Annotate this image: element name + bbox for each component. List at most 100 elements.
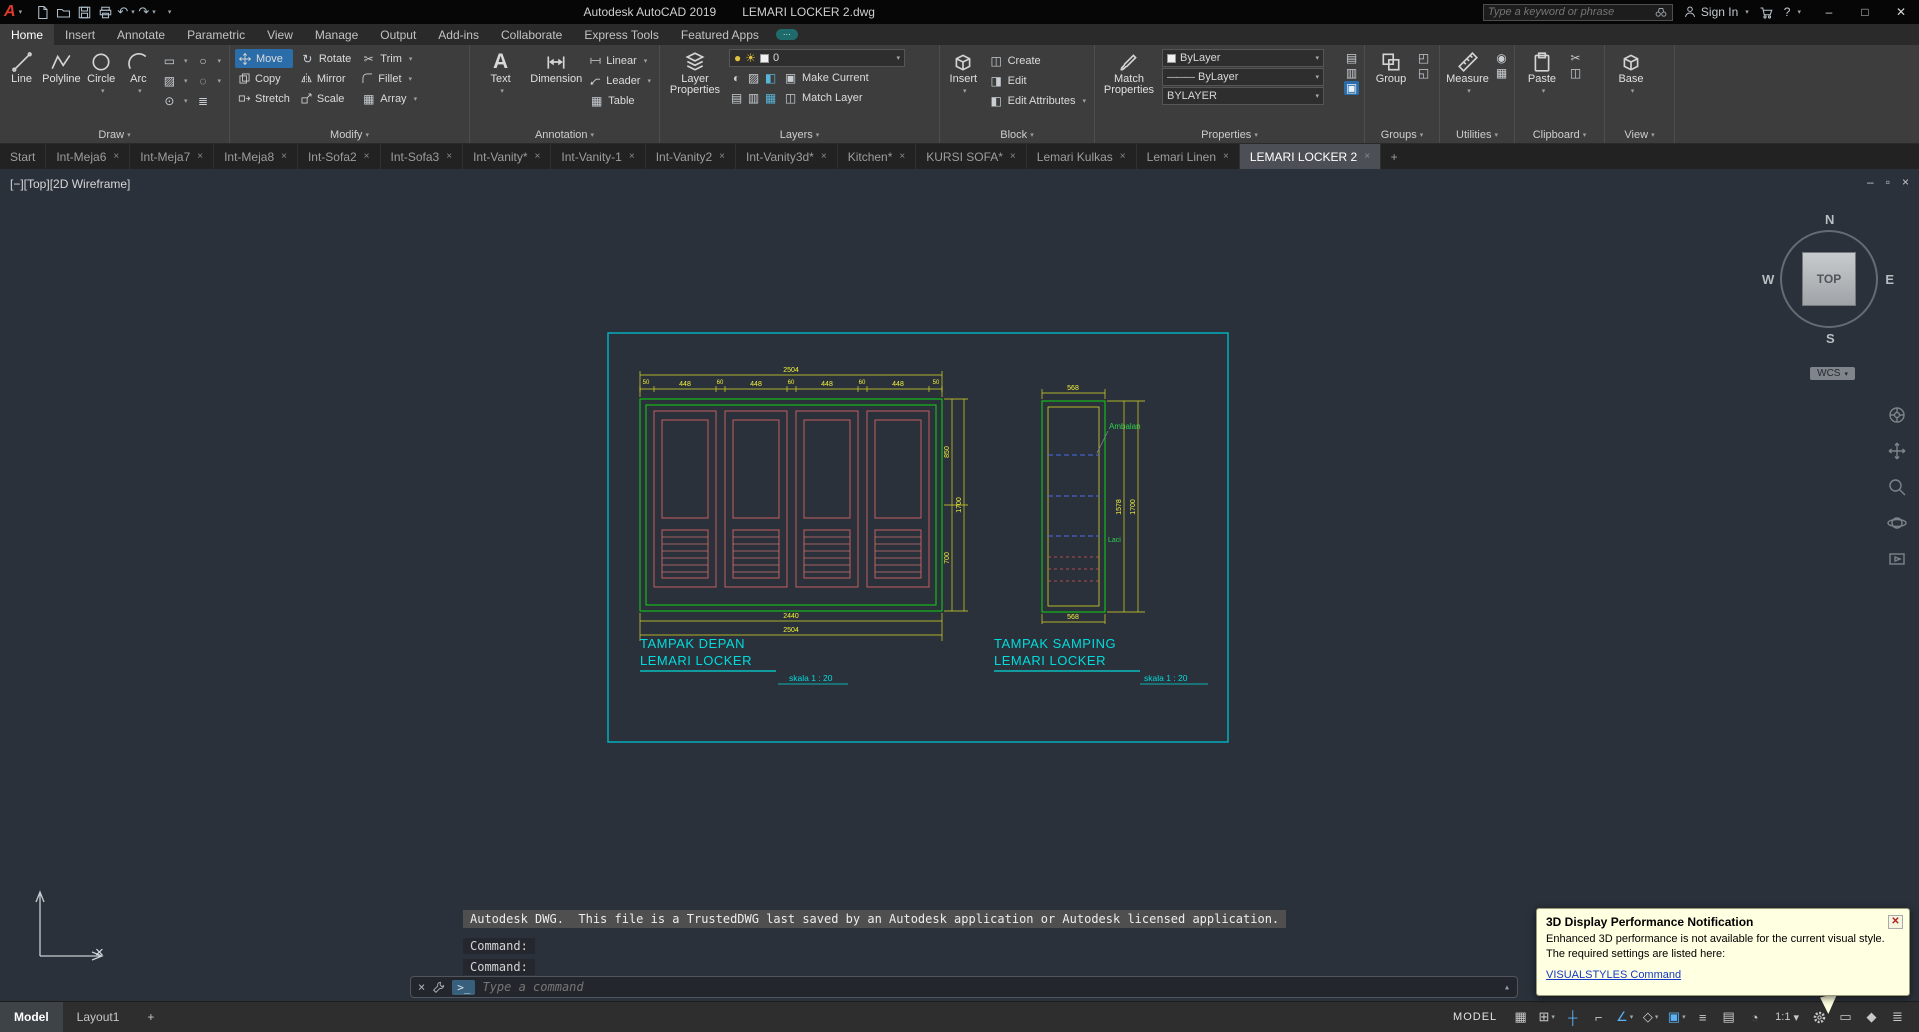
panel-title-properties[interactable]: Properties <box>1095 126 1364 143</box>
object-snap-icon[interactable]: ▣ ▾ <box>1665 1005 1688 1029</box>
annotation-scale-control[interactable]: 1:1 ▾ <box>1769 1011 1805 1024</box>
file-tab-int-sofa2[interactable]: Int-Sofa2 × <box>298 144 381 169</box>
layer-unisolate-icon[interactable]: ▥ <box>746 91 761 105</box>
ribbon-tab-insert[interactable]: Insert <box>54 24 106 45</box>
ribbon-tab-express-tools[interactable]: Express Tools <box>573 24 669 45</box>
drawing-close-icon[interactable]: × <box>1902 175 1909 189</box>
dimension-button[interactable]: Dimension <box>530 49 582 85</box>
layer-off-icon[interactable]: ◐ <box>729 71 744 85</box>
model-space-button[interactable]: MODEL <box>1444 1011 1506 1023</box>
file-tab-int-meja7[interactable]: Int-Meja7 × <box>130 144 215 169</box>
tab-close-icon[interactable]: × <box>446 151 452 162</box>
isodraft-icon[interactable]: ◇ ▾ <box>1639 1005 1662 1029</box>
properties-transparency-icon[interactable]: ▥ <box>1344 66 1359 80</box>
copy-button[interactable]: Copy <box>235 69 293 88</box>
tab-close-icon[interactable]: × <box>1120 151 1126 162</box>
help-icon[interactable]: ? ▾ <box>1784 5 1801 19</box>
fillet-button[interactable]: Fillet ▾ <box>358 69 420 88</box>
ortho-icon[interactable]: ⌐ <box>1587 1005 1610 1029</box>
panel-title-layers[interactable]: Layers <box>660 126 939 143</box>
quick-calc-icon[interactable]: ▦ <box>1494 66 1509 80</box>
annotation-visibility-icon[interactable]: ◔ <box>1743 1005 1766 1029</box>
polyline-button[interactable]: Polyline <box>42 49 81 85</box>
ribbon-tab-output[interactable]: Output <box>369 24 427 45</box>
new-drawing-tab-button[interactable]: + <box>1381 144 1407 169</box>
file-tab-int-sofa3[interactable]: Int-Sofa3 × <box>381 144 464 169</box>
command-input[interactable] <box>482 980 1497 994</box>
paste-button[interactable]: Paste ▾ <box>1520 49 1564 97</box>
stretch-button[interactable]: Stretch <box>235 89 293 108</box>
properties-list-icon[interactable]: ▤ <box>1344 51 1359 65</box>
zoom-icon[interactable] <box>1887 477 1907 497</box>
new-layout-button[interactable]: + <box>133 1002 168 1032</box>
tab-close-icon[interactable]: × <box>719 151 725 162</box>
viewcube[interactable]: N W E S TOP <box>1762 212 1894 346</box>
panel-title-block[interactable]: Block <box>940 126 1094 143</box>
search-input[interactable] <box>1487 6 1650 18</box>
command-scroll-up-icon[interactable]: ▴ <box>1504 982 1510 993</box>
base-button[interactable]: Base ▾ <box>1610 49 1652 97</box>
text-button[interactable]: A Text ▾ <box>475 49 526 97</box>
cad-drawing[interactable]: 2504 448 448 448 448 50 60 60 60 50 850 … <box>600 325 1248 755</box>
leader-button[interactable]: Leader ▾ <box>586 71 654 90</box>
viewcube-west[interactable]: W <box>1762 272 1774 287</box>
rotate-button[interactable]: ↻ Rotate <box>297 49 354 68</box>
steering-wheel-icon[interactable] <box>1887 405 1907 425</box>
ribbon-display-toggle[interactable]: ⋯ <box>775 29 798 40</box>
ribbon-tab-collaborate[interactable]: Collaborate <box>490 24 573 45</box>
region-tool-icon[interactable]: ≣ <box>192 91 224 110</box>
snap-icon[interactable]: ⊞ ▾ <box>1535 1005 1558 1029</box>
insert-button[interactable]: Insert ▾ <box>945 49 982 97</box>
arc-button[interactable]: Arc ▾ <box>122 49 155 97</box>
model-viewport[interactable]: [−][Top][2D Wireframe] – ▫ × N W E S TOP… <box>0 169 1919 1001</box>
clean-screen-icon[interactable]: ≣ <box>1886 1005 1909 1029</box>
help-search-box[interactable] <box>1482 3 1673 21</box>
rectangle-tool-icon[interactable]: ▭ ▾ <box>159 51 191 70</box>
tab-close-icon[interactable]: × <box>535 151 541 162</box>
recent-commands-icon[interactable]: >_ <box>452 979 476 995</box>
panel-title-annotation[interactable]: Annotation <box>470 126 659 143</box>
layer-isolate-icon[interactable]: ▨ <box>746 71 761 85</box>
panel-title-draw[interactable]: Draw <box>0 126 229 143</box>
group-edit-icon[interactable]: ◱ <box>1416 66 1431 80</box>
orbit-icon[interactable] <box>1887 513 1907 533</box>
edit-block-button[interactable]: ◨ Edit <box>986 71 1089 90</box>
maximize-button[interactable]: □ <box>1847 0 1883 24</box>
minimize-button[interactable]: – <box>1811 0 1847 24</box>
tab-close-icon[interactable]: × <box>629 151 635 162</box>
model-tab[interactable]: Model <box>0 1002 63 1032</box>
command-close-icon[interactable]: × <box>418 980 425 994</box>
tab-close-icon[interactable]: × <box>821 151 827 162</box>
panel-title-view[interactable]: View <box>1605 126 1674 143</box>
ribbon-tab-home[interactable]: Home <box>0 24 55 45</box>
scale-button[interactable]: Scale <box>297 89 354 108</box>
tab-close-icon[interactable]: × <box>1010 151 1016 162</box>
command-line[interactable]: × >_ ▴ <box>410 976 1518 998</box>
showmotion-icon[interactable] <box>1887 549 1907 569</box>
file-tab-kitchen[interactable]: Kitchen* × <box>838 144 917 169</box>
layer-lock-icon[interactable]: ▤ <box>729 91 744 105</box>
gradient-tool-icon[interactable]: ◌ ▾ <box>192 71 224 90</box>
panel-title-utilities[interactable]: Utilities <box>1440 126 1514 143</box>
panel-title-modify[interactable]: Modify <box>230 126 469 143</box>
undo-icon[interactable]: ↶ ▾ <box>116 2 136 22</box>
table-button[interactable]: ▦ Table <box>586 91 654 110</box>
viewcube-east[interactable]: E <box>1885 272 1894 287</box>
id-point-icon[interactable]: ◉ <box>1494 51 1509 65</box>
copy-clip-icon[interactable]: ◫ <box>1568 66 1583 80</box>
file-tab-k[interactable]: KURSI SOFA* × <box>916 144 1027 169</box>
layout1-tab[interactable]: Layout1 <box>63 1002 134 1032</box>
notification-close-icon[interactable]: ✕ <box>1888 915 1903 929</box>
file-tab-int-vanity2[interactable]: Int-Vanity2 × <box>646 144 737 169</box>
line-button[interactable]: Line <box>5 49 38 85</box>
file-tab-start[interactable]: Start <box>0 144 47 169</box>
tab-close-icon[interactable]: × <box>197 151 203 162</box>
file-tab-lemari-linen[interactable]: Lemari Linen × <box>1137 144 1240 169</box>
file-tab-int-meja6[interactable]: Int-Meja6 × <box>46 144 131 169</box>
viewcube-north[interactable]: N <box>1825 212 1834 227</box>
drawing-restore-icon[interactable]: ▫ <box>1886 175 1890 189</box>
move-button[interactable]: Move <box>235 49 293 68</box>
lineweight-combo[interactable]: ——— ByLayer <box>1162 68 1324 86</box>
array-button[interactable]: ▦ Array ▾ <box>358 89 420 108</box>
qat-customize-icon[interactable]: ▾ <box>158 2 178 22</box>
